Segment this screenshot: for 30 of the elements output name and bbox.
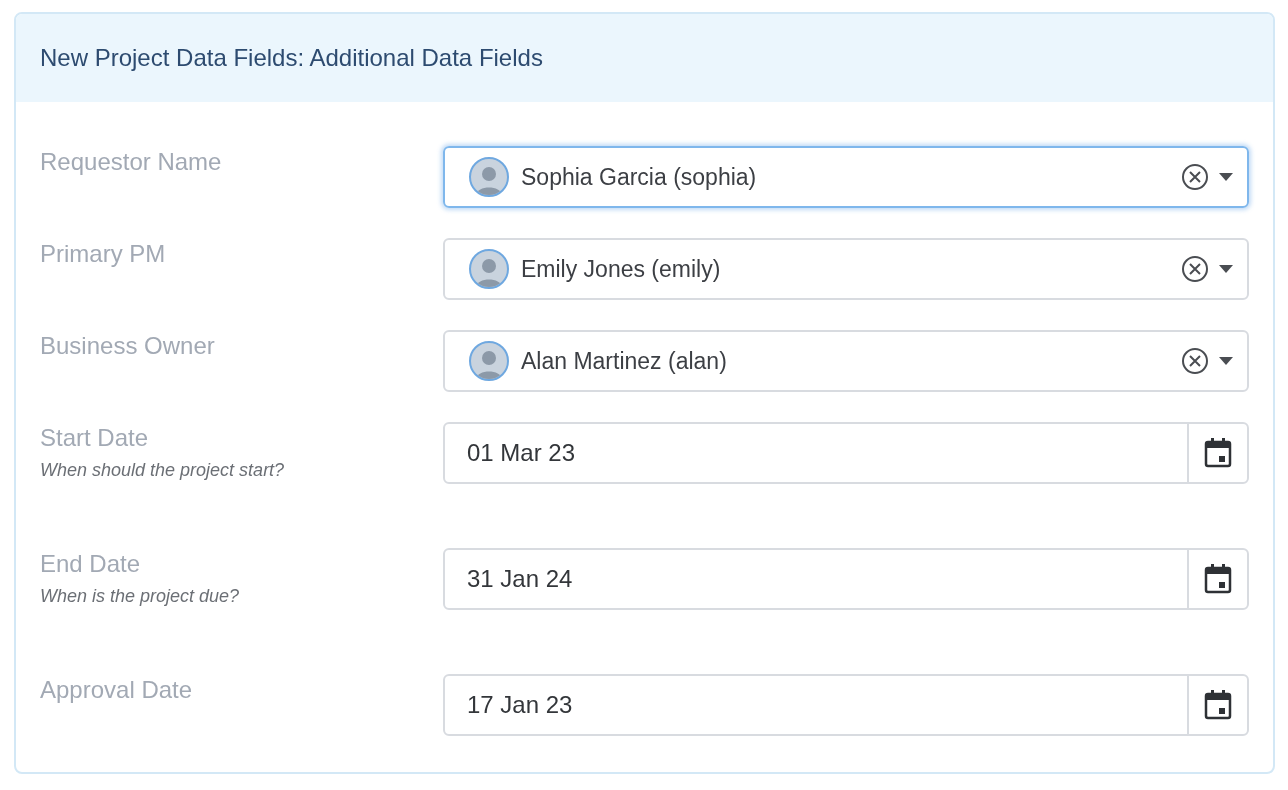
- date-field[interactable]: 31 Jan 24: [443, 548, 1249, 610]
- clear-button[interactable]: [1181, 255, 1209, 283]
- field-label: Primary PM: [40, 240, 167, 268]
- calendar-icon: [1204, 564, 1232, 594]
- user-select[interactable]: Sophia Garcia (sophia): [443, 146, 1249, 208]
- date-field[interactable]: 01 Mar 23: [443, 422, 1249, 484]
- selected-user: Emily Jones (emily): [521, 255, 722, 283]
- date-value: 01 Mar 23: [466, 438, 577, 468]
- calendar-icon: [1204, 690, 1232, 720]
- date-value: 17 Jan 23: [466, 690, 574, 720]
- field-label: Approval Date: [40, 676, 194, 704]
- field-hint: When is the project due?: [40, 586, 241, 607]
- date-field[interactable]: 17 Jan 23: [443, 674, 1249, 736]
- field-hint: When should the project start?: [40, 460, 286, 481]
- user-select[interactable]: Alan Martinez (alan): [443, 330, 1249, 392]
- field-label: End Date: [40, 550, 142, 578]
- calendar-icon: [1204, 438, 1232, 468]
- clear-button[interactable]: [1181, 347, 1209, 375]
- panel-title: New Project Data Fields: Additional Data Fields: [40, 44, 543, 72]
- clear-button[interactable]: [1181, 163, 1209, 191]
- field-label: Start Date: [40, 424, 150, 452]
- dropdown-button[interactable]: [1219, 265, 1233, 273]
- user-select[interactable]: Emily Jones (emily): [443, 238, 1249, 300]
- date-value: 31 Jan 24: [466, 564, 574, 594]
- field-label: Requestor Name: [40, 148, 223, 176]
- selected-user: Sophia Garcia (sophia): [521, 163, 758, 191]
- selected-user: Alan Martinez (alan): [521, 347, 728, 375]
- dropdown-button[interactable]: [1219, 173, 1233, 181]
- dropdown-button[interactable]: [1219, 357, 1233, 365]
- field-label: Business Owner: [40, 332, 216, 360]
